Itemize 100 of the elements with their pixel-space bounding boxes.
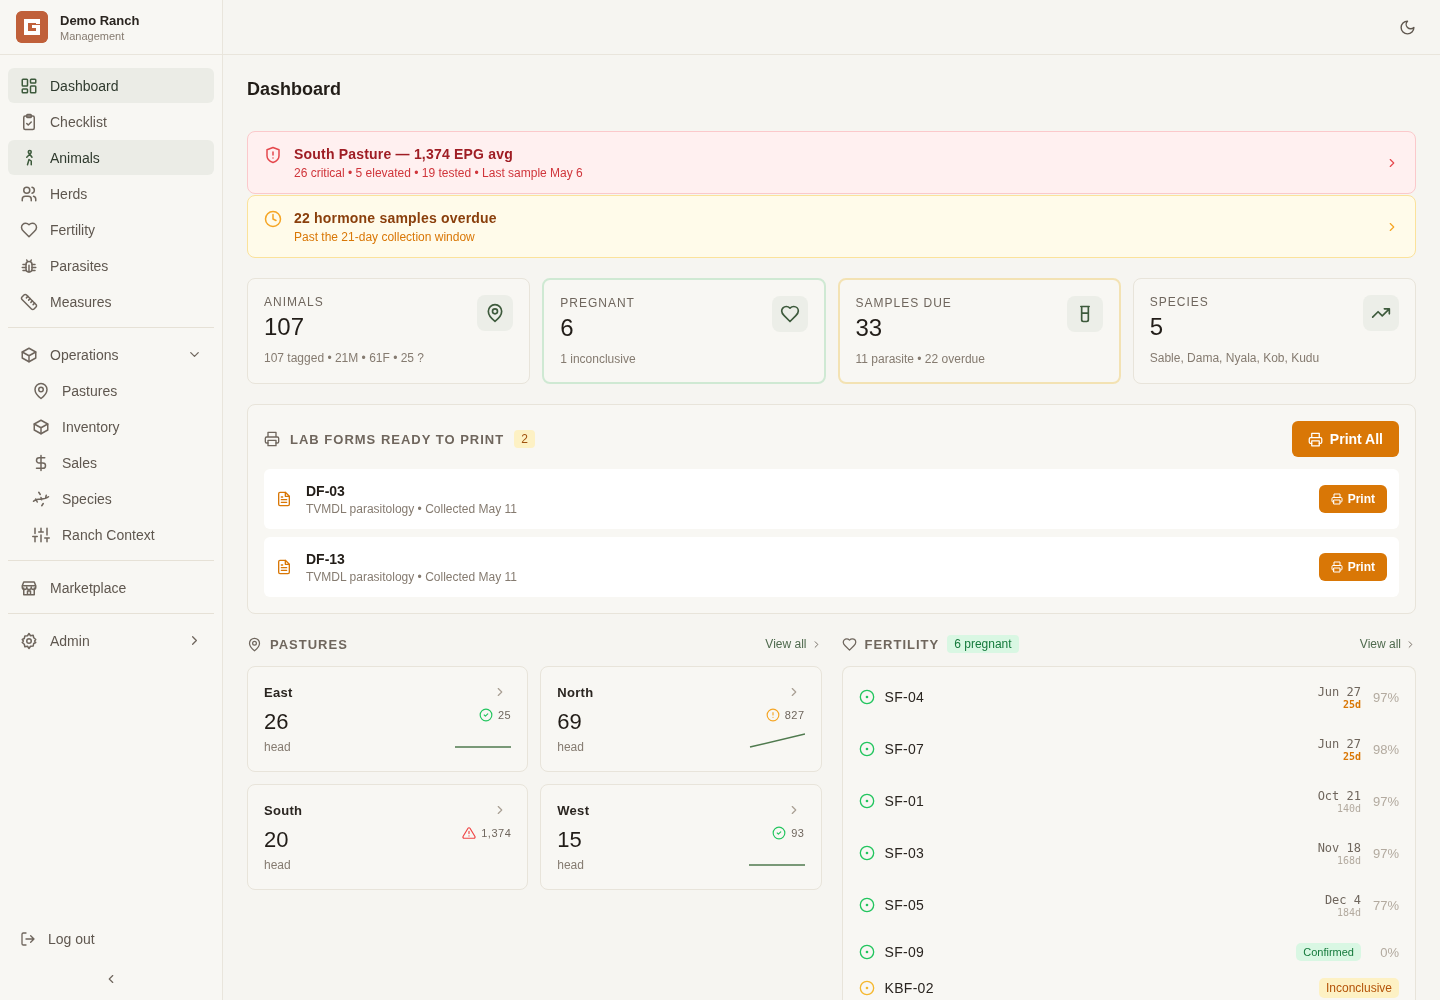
stat-label: ANIMALS bbox=[264, 295, 325, 309]
unit-label: head bbox=[264, 740, 291, 754]
head-count: 15 bbox=[557, 827, 582, 853]
animal-id[interactable]: SF-07 bbox=[884, 741, 1308, 757]
epg-reading: 1,374 bbox=[481, 827, 512, 839]
alert-banner[interactable]: South Pasture — 1,374 EPG avg 26 critical • 5 elevated • 19 tested • Last sample May 6 bbox=[247, 131, 1416, 194]
moon-icon bbox=[1399, 18, 1416, 36]
box-icon bbox=[20, 345, 38, 364]
pasture-name: West bbox=[557, 803, 590, 818]
brand-name: Demo Ranch bbox=[60, 12, 140, 28]
theme-toggle-button[interactable] bbox=[1399, 18, 1416, 36]
stat-detail: 11 parasite • 22 overdue bbox=[855, 352, 986, 366]
page-title: Dashboard bbox=[247, 79, 343, 101]
status-tag: Inconclusive bbox=[1318, 978, 1399, 998]
store-icon bbox=[20, 578, 38, 597]
pasture-card[interactable]: West 15 head 93 bbox=[540, 784, 822, 890]
nav-item[interactable]: Inventory bbox=[8, 409, 214, 444]
clock-icon bbox=[264, 210, 282, 228]
ruler-icon bbox=[20, 292, 38, 311]
sparkline bbox=[748, 864, 805, 866]
nav-item[interactable]: Measures bbox=[8, 284, 214, 319]
check-circle-icon bbox=[772, 826, 787, 840]
animal-id[interactable]: KBF-02 bbox=[884, 980, 1309, 996]
nav-group[interactable]: Operations bbox=[8, 337, 214, 372]
status-icon bbox=[858, 845, 875, 861]
nav-item[interactable]: Fertility bbox=[8, 212, 214, 247]
document-icon bbox=[276, 491, 292, 507]
pasture-card[interactable]: North 69 head 827 bbox=[540, 666, 822, 772]
stat-detail: 1 inconclusive bbox=[560, 352, 637, 366]
nav-item[interactable]: Sales bbox=[8, 445, 214, 480]
ranch-logo bbox=[16, 11, 48, 43]
stat-label: SPECIES bbox=[1149, 295, 1210, 309]
nav-item[interactable]: Pastures bbox=[8, 373, 214, 408]
heart-icon bbox=[20, 220, 38, 239]
form-detail: TVMDL parasitology • Collected May 11 bbox=[306, 569, 518, 584]
stat-detail: Sable, Dama, Nyala, Kob, Kudu bbox=[1149, 351, 1321, 365]
animal-id[interactable]: SF-04 bbox=[884, 689, 1308, 705]
pasture-card[interactable]: South 20 head 1,374 bbox=[247, 784, 529, 890]
sliders-icon bbox=[32, 525, 50, 544]
unit-label: head bbox=[557, 740, 584, 754]
status-tag: Confirmed bbox=[1296, 943, 1361, 961]
printer-icon bbox=[264, 431, 280, 447]
due-date: Jun 27 bbox=[1317, 736, 1361, 751]
printer-icon bbox=[1307, 431, 1323, 447]
confidence-value: 77% bbox=[1371, 897, 1399, 913]
people-icon bbox=[20, 184, 38, 203]
days-left: 168d bbox=[1335, 854, 1361, 866]
animal-id[interactable]: SF-05 bbox=[884, 897, 1315, 913]
form-id: DF-13 bbox=[306, 550, 346, 567]
epg-reading: 827 bbox=[784, 709, 805, 721]
nav-item[interactable]: Dashboard bbox=[8, 68, 214, 103]
nav-item[interactable]: Checklist bbox=[8, 104, 214, 139]
heart-icon bbox=[841, 636, 857, 652]
alert-detail: Past the 21-day collection window bbox=[294, 230, 476, 244]
alert-title: 22 hormone samples overdue bbox=[294, 210, 498, 226]
stat-detail: 107 tagged • 21M • 61F • 25 ? bbox=[264, 351, 426, 365]
logout-link[interactable]: Log out bbox=[8, 921, 214, 956]
clipboard-icon bbox=[20, 112, 38, 131]
nav-item[interactable]: Species bbox=[8, 481, 214, 516]
nav-item[interactable]: Ranch Context bbox=[8, 517, 214, 552]
status-icon bbox=[858, 944, 875, 960]
confidence-value: 97% bbox=[1371, 793, 1399, 809]
alert-banner[interactable]: 22 hormone samples overdue Past the 21-day collection window bbox=[247, 195, 1416, 258]
nav-item[interactable]: Animals bbox=[8, 140, 214, 175]
due-date: Nov 18 bbox=[1317, 840, 1361, 855]
section-title: PASTURES bbox=[270, 636, 348, 652]
status-icon bbox=[858, 689, 875, 705]
confidence-value: 97% bbox=[1371, 845, 1399, 861]
sparkline bbox=[748, 733, 805, 748]
view-all-link[interactable]: View all bbox=[1359, 637, 1416, 651]
shield-alert-icon bbox=[264, 146, 282, 164]
stat-label: PREGNANT bbox=[560, 296, 636, 310]
nav-item[interactable]: Parasites bbox=[8, 248, 214, 283]
due-date: Oct 21 bbox=[1317, 788, 1361, 803]
pasture-name: East bbox=[264, 685, 293, 700]
form-id: DF-03 bbox=[306, 482, 346, 499]
check-circle-icon bbox=[479, 708, 493, 722]
nav-item[interactable]: Marketplace bbox=[8, 570, 214, 605]
pasture-name: South bbox=[264, 803, 303, 818]
heart-icon bbox=[779, 304, 800, 324]
warning-icon bbox=[462, 826, 477, 840]
logout-icon bbox=[20, 930, 36, 947]
nav-item[interactable]: Herds bbox=[8, 176, 214, 211]
pasture-card[interactable]: East 26 head 25 bbox=[247, 666, 529, 772]
nav-group[interactable]: Admin bbox=[8, 623, 214, 658]
settings-icon bbox=[20, 631, 38, 650]
days-left: 140d bbox=[1335, 802, 1361, 814]
due-date: Dec 4 bbox=[1324, 892, 1361, 907]
sparkline bbox=[455, 746, 512, 748]
days-left: 184d bbox=[1335, 906, 1361, 918]
status-icon bbox=[858, 897, 875, 913]
stat-value: 33 bbox=[855, 314, 884, 342]
view-all-link[interactable]: View all bbox=[765, 637, 822, 651]
animal-id[interactable]: SF-03 bbox=[884, 845, 1308, 861]
animal-id[interactable]: SF-01 bbox=[884, 793, 1308, 809]
epg-reading: 25 bbox=[498, 709, 512, 721]
status-icon bbox=[858, 741, 875, 757]
animal-id[interactable]: SF-09 bbox=[884, 944, 1287, 960]
due-date: Jun 27 bbox=[1317, 684, 1361, 699]
status-icon bbox=[858, 980, 875, 996]
